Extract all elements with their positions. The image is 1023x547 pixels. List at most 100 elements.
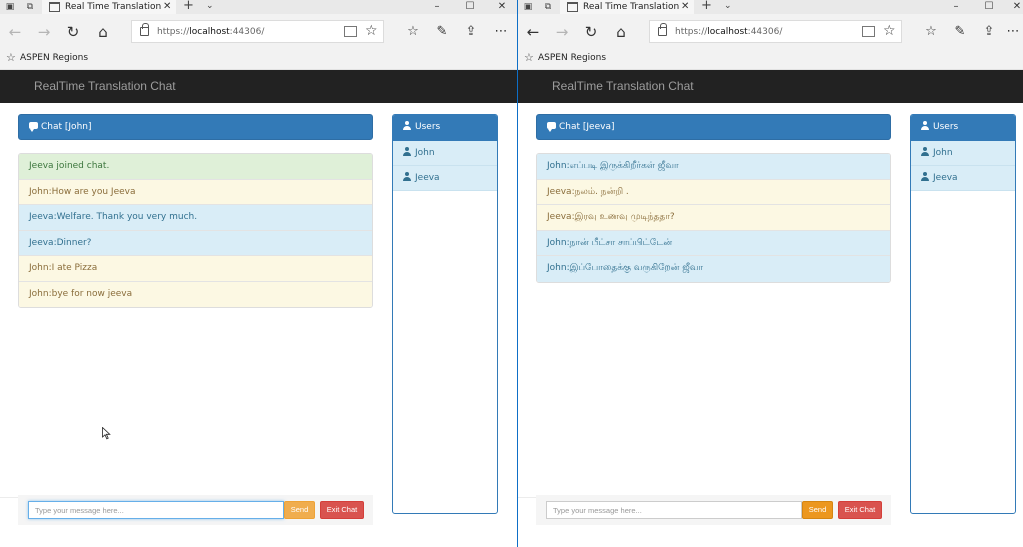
lock-icon [140,23,149,36]
message-input[interactable] [546,501,802,519]
address-toolbar: ← → ↻ ⌂ https://localhost:44306/ ☆ ☆ ✎ ⇪… [518,14,1023,48]
close-tab-icon[interactable]: ✕ [681,0,689,13]
address-bar[interactable]: https://localhost:44306/ ☆ [131,20,384,43]
tab-preview-icon[interactable]: ⧉ [24,1,36,13]
minimize-icon[interactable]: – [430,0,444,13]
star-icon: ☆ [524,51,534,64]
user-icon [921,147,929,156]
chat-message: John:I ate Pizza [19,256,372,282]
browser-window-john: ▣ ⧉ Real Time Translation Cl ✕ + ⌄ – ☐ ✕… [0,0,517,547]
back-arrow-icon[interactable]: ← [6,23,24,41]
chat-title: Chat [Jeeva] [559,122,615,132]
chat-title: Chat [John] [41,122,92,132]
favorite-link[interactable]: ASPEN Regions [20,53,88,63]
star-icon: ☆ [6,51,16,64]
navbar-brand[interactable]: RealTime Translation Chat [34,79,176,93]
close-window-icon[interactable]: ✕ [495,0,509,13]
star-icon[interactable]: ☆ [883,22,896,40]
user-icon [921,121,929,130]
url-text: https://localhost:44306/ [157,27,265,37]
tab-actions-icon[interactable]: ▣ [522,1,534,13]
users-panel-heading: Users [911,115,1015,141]
message-input[interactable] [28,501,284,519]
tab-preview-icon[interactable]: ⧉ [542,1,554,13]
favorites-hub-icon[interactable]: ☆ [922,23,940,41]
chat-message: Jeeva:Dinner? [19,230,372,256]
desktop-screen: ▣ ⧉ Real Time Translation Cl ✕ + ⌄ – ☐ ✕… [0,0,1023,547]
maximize-icon[interactable]: ☐ [982,0,996,13]
tab-strip: ▣ ⧉ Real Time Translation Cl ✕ + ⌄ – ☐ ✕ [518,0,1023,14]
forward-arrow-icon[interactable]: → [553,23,571,41]
tab-title: Real Time Translation Cl [583,2,679,12]
user-name: Jeeva [933,173,958,183]
url-text: https://localhost:44306/ [675,27,783,37]
maximize-icon[interactable]: ☐ [463,0,477,13]
star-icon[interactable]: ☆ [365,22,378,40]
user-list-item[interactable]: John [911,141,1015,166]
exit-chat-button[interactable]: Exit Chat [838,501,882,519]
more-icon[interactable]: ⋯ [492,23,510,41]
pen-icon[interactable]: ✎ [433,23,451,41]
reading-view-icon[interactable] [862,26,875,37]
refresh-icon[interactable]: ↻ [582,23,600,41]
favorites-bar: ☆ ASPEN Regions [0,48,517,70]
close-window-icon[interactable]: ✕ [1010,0,1023,13]
user-list-item[interactable]: Jeeva [393,166,497,191]
users-panel-heading: Users [393,115,497,141]
page-icon [49,2,60,12]
user-list-item[interactable]: John [393,141,497,166]
chevron-down-icon[interactable]: ⌄ [724,0,732,13]
app-navbar: RealTime Translation Chat [0,70,517,103]
forward-arrow-icon[interactable]: → [35,23,53,41]
user-list-item[interactable]: Jeeva [911,166,1015,191]
tab-strip: ▣ ⧉ Real Time Translation Cl ✕ + ⌄ – ☐ ✕ [0,0,517,14]
tab-actions-icon[interactable]: ▣ [4,1,16,13]
pen-icon[interactable]: ✎ [951,23,969,41]
chat-panel-heading: Chat [Jeeva] [536,114,891,140]
minimize-icon[interactable]: – [949,0,963,13]
chat-message: Jeeva:Welfare. Thank you very much. [19,205,372,231]
user-icon [403,147,411,156]
favorites-hub-icon[interactable]: ☆ [404,23,422,41]
comment-icon [29,122,38,132]
chat-message: Jeeva:நலம். நன்றி . [537,179,890,205]
send-button[interactable]: Send [802,501,833,519]
tab-title: Real Time Translation Cl [65,2,161,12]
chat-message: John:How are you Jeeva [19,179,372,205]
home-icon[interactable]: ⌂ [94,23,112,41]
message-list: John:எப்படி இருக்கிறீர்கள் ஜீவா Jeeva:நலம… [536,153,891,283]
chat-panel-heading: Chat [John] [18,114,373,140]
navbar-brand[interactable]: RealTime Translation Chat [552,79,694,93]
users-panel: Users John Jeeva [392,114,498,514]
comment-icon [547,122,556,132]
users-panel: Users John Jeeva [910,114,1016,514]
favorites-bar: ☆ ASPEN Regions [518,48,1023,70]
user-icon [403,172,411,181]
chat-message: John:நான் பீட்சா சாப்பிட்டேன் [537,230,890,256]
back-arrow-icon[interactable]: ← [524,23,542,41]
browser-window-jeeva: ▣ ⧉ Real Time Translation Cl ✕ + ⌄ – ☐ ✕… [518,0,1023,547]
browser-tab[interactable]: Real Time Translation Cl ✕ [560,0,694,14]
close-tab-icon[interactable]: ✕ [163,0,171,13]
new-tab-icon[interactable]: + [701,0,712,13]
app-navbar: RealTime Translation Chat [518,70,1023,103]
address-bar[interactable]: https://localhost:44306/ ☆ [649,20,902,43]
more-icon[interactable]: ⋯ [1004,23,1022,41]
exit-chat-button[interactable]: Exit Chat [320,501,364,519]
user-icon [921,172,929,181]
share-icon[interactable]: ⇪ [462,23,480,41]
share-icon[interactable]: ⇪ [980,23,998,41]
new-tab-icon[interactable]: + [183,0,194,13]
refresh-icon[interactable]: ↻ [64,23,82,41]
user-name: Jeeva [415,173,440,183]
chevron-down-icon[interactable]: ⌄ [206,0,214,13]
browser-tab[interactable]: Real Time Translation Cl ✕ [42,0,176,14]
favorite-link[interactable]: ASPEN Regions [538,53,606,63]
mouse-cursor-icon [102,427,111,440]
user-name: John [415,148,435,158]
send-button[interactable]: Send [284,501,315,519]
chat-message: John:இப்போதைக்கு வருகிறேன் ஜீவா [537,256,890,282]
chat-message: John:எப்படி இருக்கிறீர்கள் ஜீவா [537,154,890,180]
reading-view-icon[interactable] [344,26,357,37]
home-icon[interactable]: ⌂ [612,23,630,41]
